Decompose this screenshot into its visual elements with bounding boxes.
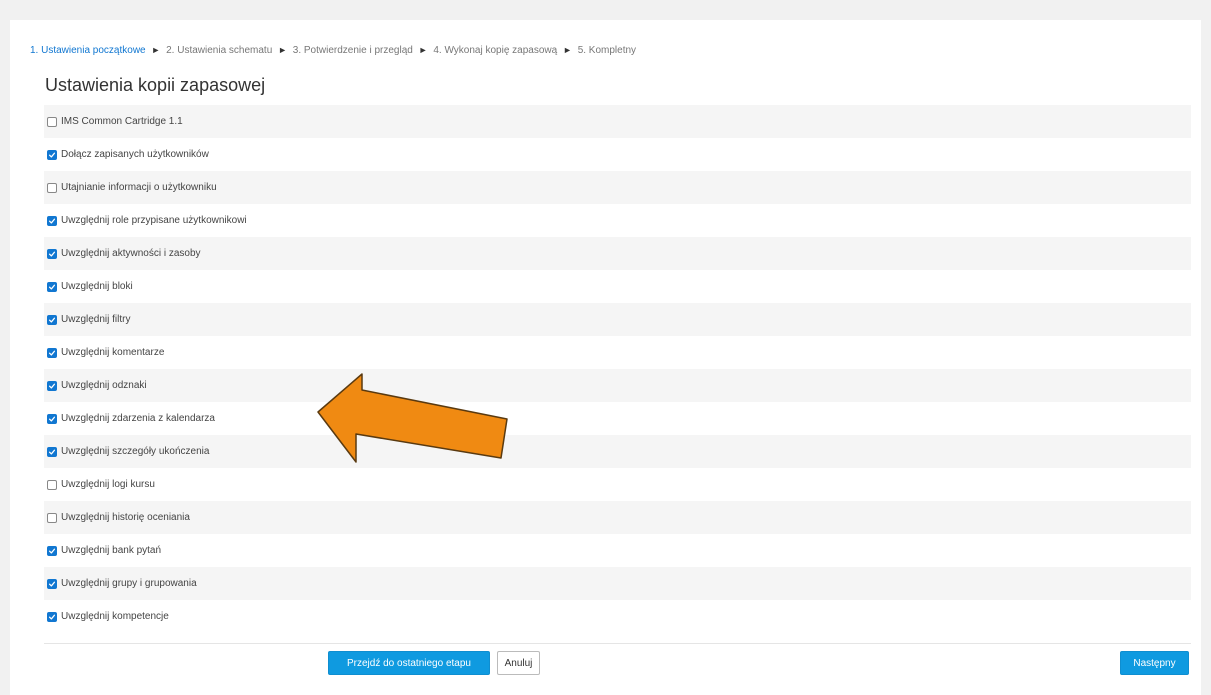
check-icon: [48, 548, 56, 554]
setting-label[interactable]: Uwzględnij logi kursu: [61, 479, 155, 490]
checkbox-checked[interactable]: [47, 281, 57, 292]
setting-row: Uwzględnij grupy i grupowania: [44, 567, 1191, 600]
step-3: 3. Potwierdzenie i przegląd: [292, 45, 413, 56]
checkbox-checked[interactable]: [47, 380, 57, 391]
setting-row: Uwzględnij kompetencje: [44, 600, 1191, 633]
backup-settings-list: IMS Common Cartridge 1.1 Dołącz zapisanyc…: [44, 105, 1191, 633]
setting-label[interactable]: Uwzględnij bank pytań: [61, 545, 161, 556]
setting-label[interactable]: Uwzględnij odznaki: [61, 380, 147, 391]
step-1: 1. Ustawienia początkowe: [30, 45, 146, 56]
checkbox-checked[interactable]: [47, 347, 57, 358]
setting-row: Uwzględnij szczegóły ukończenia: [44, 435, 1191, 468]
checkbox-unchecked[interactable]: [47, 116, 57, 127]
setting-row: Uwzględnij komentarze: [44, 336, 1191, 369]
page-title: Ustawienia kopii zapasowej: [45, 75, 266, 95]
checkbox-checked[interactable]: [47, 149, 57, 160]
check-icon: [48, 416, 56, 422]
setting-label[interactable]: Uwzględnij kompetencje: [61, 611, 169, 622]
checkbox-checked[interactable]: [47, 413, 57, 424]
checkbox-checked[interactable]: [47, 611, 57, 622]
setting-row: IMS Common Cartridge 1.1: [44, 105, 1191, 138]
check-icon: [48, 284, 56, 290]
setting-label[interactable]: Uwzględnij szczegóły ukończenia: [61, 446, 209, 457]
setting-label[interactable]: Utajnianie informacji o użytkowniku: [61, 182, 217, 193]
setting-row: Uwzględnij bank pytań: [44, 534, 1191, 567]
step-separator-icon: ►: [562, 45, 572, 55]
setting-row: Uwzględnij historię oceniania: [44, 501, 1191, 534]
check-icon: [48, 350, 56, 356]
checkbox-unchecked[interactable]: [47, 182, 57, 193]
backup-settings-page: 1. Ustawienia początkowe ► 2. Ustawienia…: [10, 20, 1201, 695]
step-separator-icon: ►: [418, 45, 428, 55]
setting-row: Uwzględnij aktywności i zasoby: [44, 237, 1191, 270]
checkbox-checked[interactable]: [47, 215, 57, 226]
checkbox-checked[interactable]: [47, 446, 57, 457]
setting-row: Uwzględnij role przypisane użytkownikowi: [44, 204, 1191, 237]
setting-label[interactable]: Uwzględnij aktywności i zasoby: [61, 248, 201, 259]
setting-row: Uwzględnij zdarzenia z kalendarza: [44, 402, 1191, 435]
setting-row: Uwzględnij odznaki: [44, 369, 1191, 402]
checkbox-checked[interactable]: [47, 248, 57, 259]
step-separator-icon: ►: [151, 45, 161, 55]
setting-label[interactable]: Uwzględnij filtry: [61, 314, 130, 325]
setting-row: Uwzględnij filtry: [44, 303, 1191, 336]
setting-label[interactable]: Uwzględnij zdarzenia z kalendarza: [61, 413, 215, 424]
check-icon: [48, 218, 56, 224]
check-icon: [48, 152, 56, 158]
backup-progress-breadcrumb: 1. Ustawienia początkowe ► 2. Ustawienia…: [30, 45, 636, 56]
step-4: 4. Wykonaj kopię zapasową: [433, 45, 558, 56]
cancel-button[interactable]: Anuluj: [497, 651, 540, 675]
checkbox-checked[interactable]: [47, 545, 57, 556]
setting-label[interactable]: Uwzględnij bloki: [61, 281, 133, 292]
check-icon: [48, 317, 56, 323]
setting-row: Utajnianie informacji o użytkowniku: [44, 171, 1191, 204]
checkbox-unchecked[interactable]: [47, 479, 57, 490]
setting-label[interactable]: Uwzględnij komentarze: [61, 347, 164, 358]
next-button[interactable]: Następny: [1120, 651, 1189, 675]
step-2: 2. Ustawienia schematu: [166, 45, 273, 56]
setting-label[interactable]: Uwzględnij historię oceniania: [61, 512, 190, 523]
form-divider: [44, 643, 1191, 644]
setting-label[interactable]: Dołącz zapisanych użytkowników: [61, 149, 209, 160]
step-separator-icon: ►: [278, 45, 287, 55]
check-icon: [48, 383, 56, 389]
setting-label[interactable]: Uwzględnij grupy i grupowania: [61, 578, 197, 589]
check-icon: [48, 614, 56, 620]
checkbox-checked[interactable]: [47, 578, 57, 589]
checkbox-unchecked[interactable]: [47, 512, 57, 523]
skip-to-final-step-button[interactable]: Przejdź do ostatniego etapu: [328, 651, 490, 675]
check-icon: [48, 449, 56, 455]
setting-label[interactable]: IMS Common Cartridge 1.1: [61, 116, 183, 127]
setting-row: Uwzględnij logi kursu: [44, 468, 1191, 501]
setting-label[interactable]: Uwzględnij role przypisane użytkownikowi: [61, 215, 247, 226]
checkbox-checked[interactable]: [47, 314, 57, 325]
setting-row: Dołącz zapisanych użytkowników: [44, 138, 1191, 171]
check-icon: [48, 251, 56, 257]
step-5: 5. Kompletny: [577, 45, 637, 56]
setting-row: Uwzględnij bloki: [44, 270, 1191, 303]
check-icon: [48, 581, 56, 587]
